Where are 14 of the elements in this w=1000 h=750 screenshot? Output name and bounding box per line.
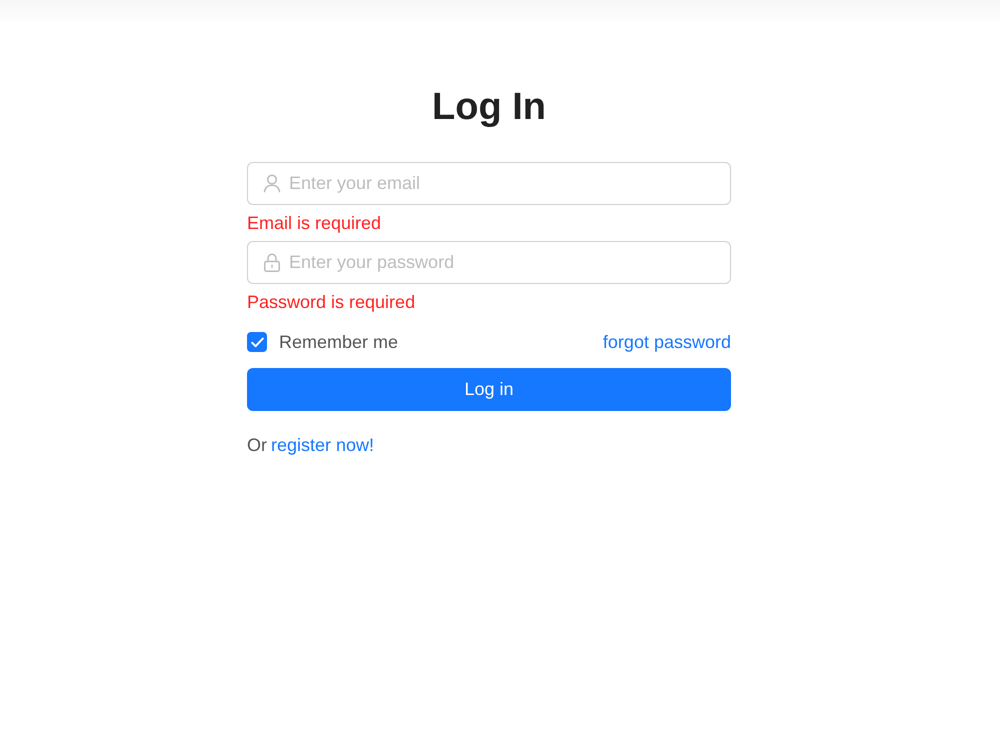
page-title: Log In bbox=[431, 85, 547, 130]
checkbox-label[interactable]: Remember me bbox=[279, 330, 398, 354]
login-button[interactable]: Log in bbox=[247, 368, 731, 411]
error-message: Password is required bbox=[247, 291, 416, 314]
check-icon bbox=[250, 336, 264, 348]
error-message: Email is required bbox=[247, 212, 382, 235]
register-link[interactable]: register now! bbox=[271, 433, 374, 457]
person-icon bbox=[263, 174, 281, 193]
register-prompt: Or bbox=[247, 434, 267, 457]
checkbox[interactable] bbox=[247, 332, 267, 352]
lock-icon bbox=[263, 253, 281, 272]
email-field[interactable]: Enter your email bbox=[247, 162, 731, 205]
password-field[interactable]: Enter your password bbox=[247, 241, 731, 284]
forgot-password-link[interactable]: forgot password bbox=[602, 330, 731, 354]
